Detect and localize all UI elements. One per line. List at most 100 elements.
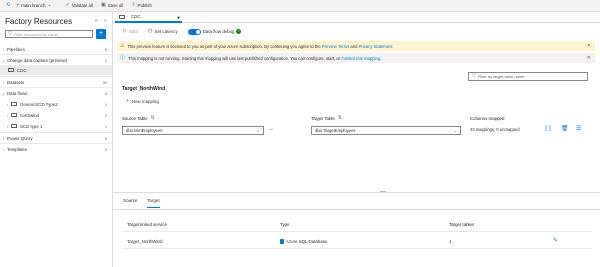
folder-icon: [11, 124, 17, 128]
info-banner: ⓘ This mapping is not running. Starting …: [117, 53, 595, 63]
type-cell: Azure SQL Database: [280, 239, 327, 244]
set-latency-button[interactable]: ◷ Set Latency: [148, 29, 178, 35]
branch-icon: ⑂: [16, 2, 20, 8]
linked-service-cell: Target_NorthWind: [127, 239, 163, 244]
preview-warning-banner: ⚠ This preview feature is licensed to yo…: [117, 41, 595, 51]
details-icon[interactable]: ☰: [576, 125, 581, 132]
pane-splitter[interactable]: [113, 192, 600, 193]
tree-item-count: 0: [104, 146, 107, 152]
tab-source[interactable]: Source: [123, 198, 138, 208]
filter-placeholder: Filter resources by name: [13, 31, 58, 37]
type-header: Type: [280, 222, 290, 227]
type-value: Azure SQL Database: [286, 239, 328, 244]
chevron-down-icon: ⌄: [256, 128, 260, 133]
publish-button[interactable]: ⇪ Publish: [131, 3, 152, 9]
chevron-down-icon: ⌄: [453, 128, 457, 133]
chevron-right-icon: ›: [2, 79, 5, 85]
tree-item-datasets[interactable]: › Datasets 39: [0, 77, 112, 87]
edit-icon[interactable]: ✎: [553, 237, 558, 244]
validate-all-button[interactable]: ✓ Validate all: [65, 2, 93, 9]
chevron-right-icon: ›: [6, 101, 9, 107]
branch-selector[interactable]: ⑂ main branch ⌄: [16, 2, 52, 9]
target-table-header[interactable]: Target Table ⇅: [311, 115, 343, 122]
select-value: dbo.TargetEmployees: [315, 128, 356, 133]
tree-item-data-flows[interactable]: ⌄ Data flows 4: [0, 88, 112, 98]
target-linked-service-header: Target linked service: [127, 222, 168, 227]
save-all-button[interactable]: ▣ Save all: [100, 2, 123, 9]
chevron-right-icon: ›: [2, 46, 5, 52]
save-icon: ▣: [100, 2, 106, 8]
tree-item-label: Datasets: [7, 79, 25, 85]
chevron-down-icon: ⌄: [1, 57, 6, 63]
banner-text-prefix: This mapping is not running. Starting th…: [128, 55, 341, 61]
banner-text: This mapping is not running. Starting th…: [128, 56, 381, 61]
play-icon: ▷: [123, 28, 127, 34]
privacy-statement-link[interactable]: Privacy Statement: [359, 44, 393, 49]
close-icon[interactable]: »: [104, 18, 107, 24]
column-mapping-icon[interactable]: ⟦⟧: [545, 125, 551, 132]
drag-handle-icon[interactable]: —: [380, 189, 386, 195]
tree-item-count: 1: [104, 123, 107, 129]
unsaved-dot-icon: ●: [177, 15, 181, 21]
monitor-mapping-link[interactable]: monitor this mapping.: [341, 56, 381, 61]
chevron-down-icon: ⌄: [47, 2, 52, 8]
tree-item-cdc[interactable]: CDC: [0, 65, 112, 75]
data-flow-debug-toggle[interactable]: Data flow debug ✓: [187, 28, 242, 35]
filter-resources-input[interactable]: ▽ Filter resources by name: [5, 30, 93, 38]
tree-item-northwind[interactable]: › northwind 2: [0, 110, 112, 120]
columns-mapped-header: Columns mapped: [470, 116, 504, 121]
source-table-select[interactable]: dbo.DimEmployees ⌄: [122, 126, 264, 135]
mapping-title: Target_NorthWind: [122, 86, 166, 92]
select-value: dbo.DimEmployees: [126, 128, 163, 133]
divider: [122, 248, 592, 249]
banner-text: This preview feature is licensed to you …: [127, 44, 392, 49]
tree-item-power-query[interactable]: › Power Query 0: [0, 133, 112, 143]
toggle-switch[interactable]: [187, 28, 201, 35]
tree-item-label: Data flows: [7, 90, 28, 96]
factory-resources-panel: Factory Resources « » ▽ Filter resources…: [0, 12, 113, 267]
set-latency-label: Set Latency: [154, 29, 178, 34]
banner-text-prefix: This preview feature is licensed to you …: [127, 43, 321, 49]
target-tables-cell: 1: [449, 239, 452, 244]
filter-target-table-input[interactable]: ▽ Filter by target table name: [468, 72, 588, 81]
cdc-toolbar: ▷ Start ◷ Set Latency Data flow debug ✓: [113, 23, 600, 40]
add-resource-button[interactable]: +: [96, 29, 106, 39]
tree-item-scd-type-1[interactable]: › SCD type 1 1: [0, 121, 112, 131]
sql-database-icon: [280, 239, 284, 244]
git-icon[interactable]: ⟲: [6, 3, 10, 8]
header-label: Columns mapped: [470, 116, 505, 121]
close-icon[interactable]: ✕: [587, 43, 591, 49]
sort-icon: ⇅: [337, 115, 343, 121]
tree-item-label: CDC: [17, 67, 27, 73]
tab-label: CDC: [131, 14, 141, 19]
new-mapping-label: New mapping: [131, 99, 159, 104]
target-table-select[interactable]: dbo.TargetEmployees ⌄: [311, 126, 461, 135]
check-icon: ✓: [65, 2, 70, 8]
preview-terms-link[interactable]: Preview Terms: [322, 44, 349, 49]
delete-icon[interactable]: 🗑: [561, 125, 569, 132]
start-button[interactable]: ▷ Start: [123, 28, 138, 35]
tree-item-genericscd-type2[interactable]: › GenericSCD Type2 1: [0, 99, 112, 109]
tree-item-change-data-capture[interactable]: ⌄ Change data capture (preview) 1: [0, 55, 112, 65]
tree-item-count: 39: [102, 79, 107, 85]
tree-item-count: 1: [104, 57, 107, 63]
tree-item-label: northwind: [20, 112, 40, 118]
tree-item-templates[interactable]: › Templates 0: [0, 144, 112, 154]
tree-item-pipelines[interactable]: › Pipelines 5: [0, 44, 112, 54]
plus-icon: +: [126, 98, 129, 104]
top-toolbar: ⟲ ⑂ main branch ⌄ ✓ Validate all ▣ Save …: [0, 0, 600, 12]
chevron-right-icon: ›: [6, 123, 9, 129]
source-table-header[interactable]: Source Table ⇅: [122, 116, 155, 122]
collapse-icon[interactable]: «: [95, 18, 98, 24]
tree-item-label: Templates: [7, 146, 28, 152]
check-circle-icon: ✓: [236, 29, 242, 34]
folder-icon: [11, 102, 17, 106]
close-icon[interactable]: ✕: [587, 55, 591, 61]
tree-item-label: SCD type 1: [20, 123, 43, 129]
new-mapping-button[interactable]: + New mapping: [126, 98, 159, 105]
publish-label: Publish: [137, 3, 152, 8]
tab-cdc[interactable]: CDC ●: [115, 12, 182, 23]
chevron-down-icon: ⌄: [1, 90, 6, 96]
app-window: ⟲ ⑂ main branch ⌄ ✓ Validate all ▣ Save …: [0, 0, 600, 267]
tab-target[interactable]: Target: [147, 198, 160, 208]
